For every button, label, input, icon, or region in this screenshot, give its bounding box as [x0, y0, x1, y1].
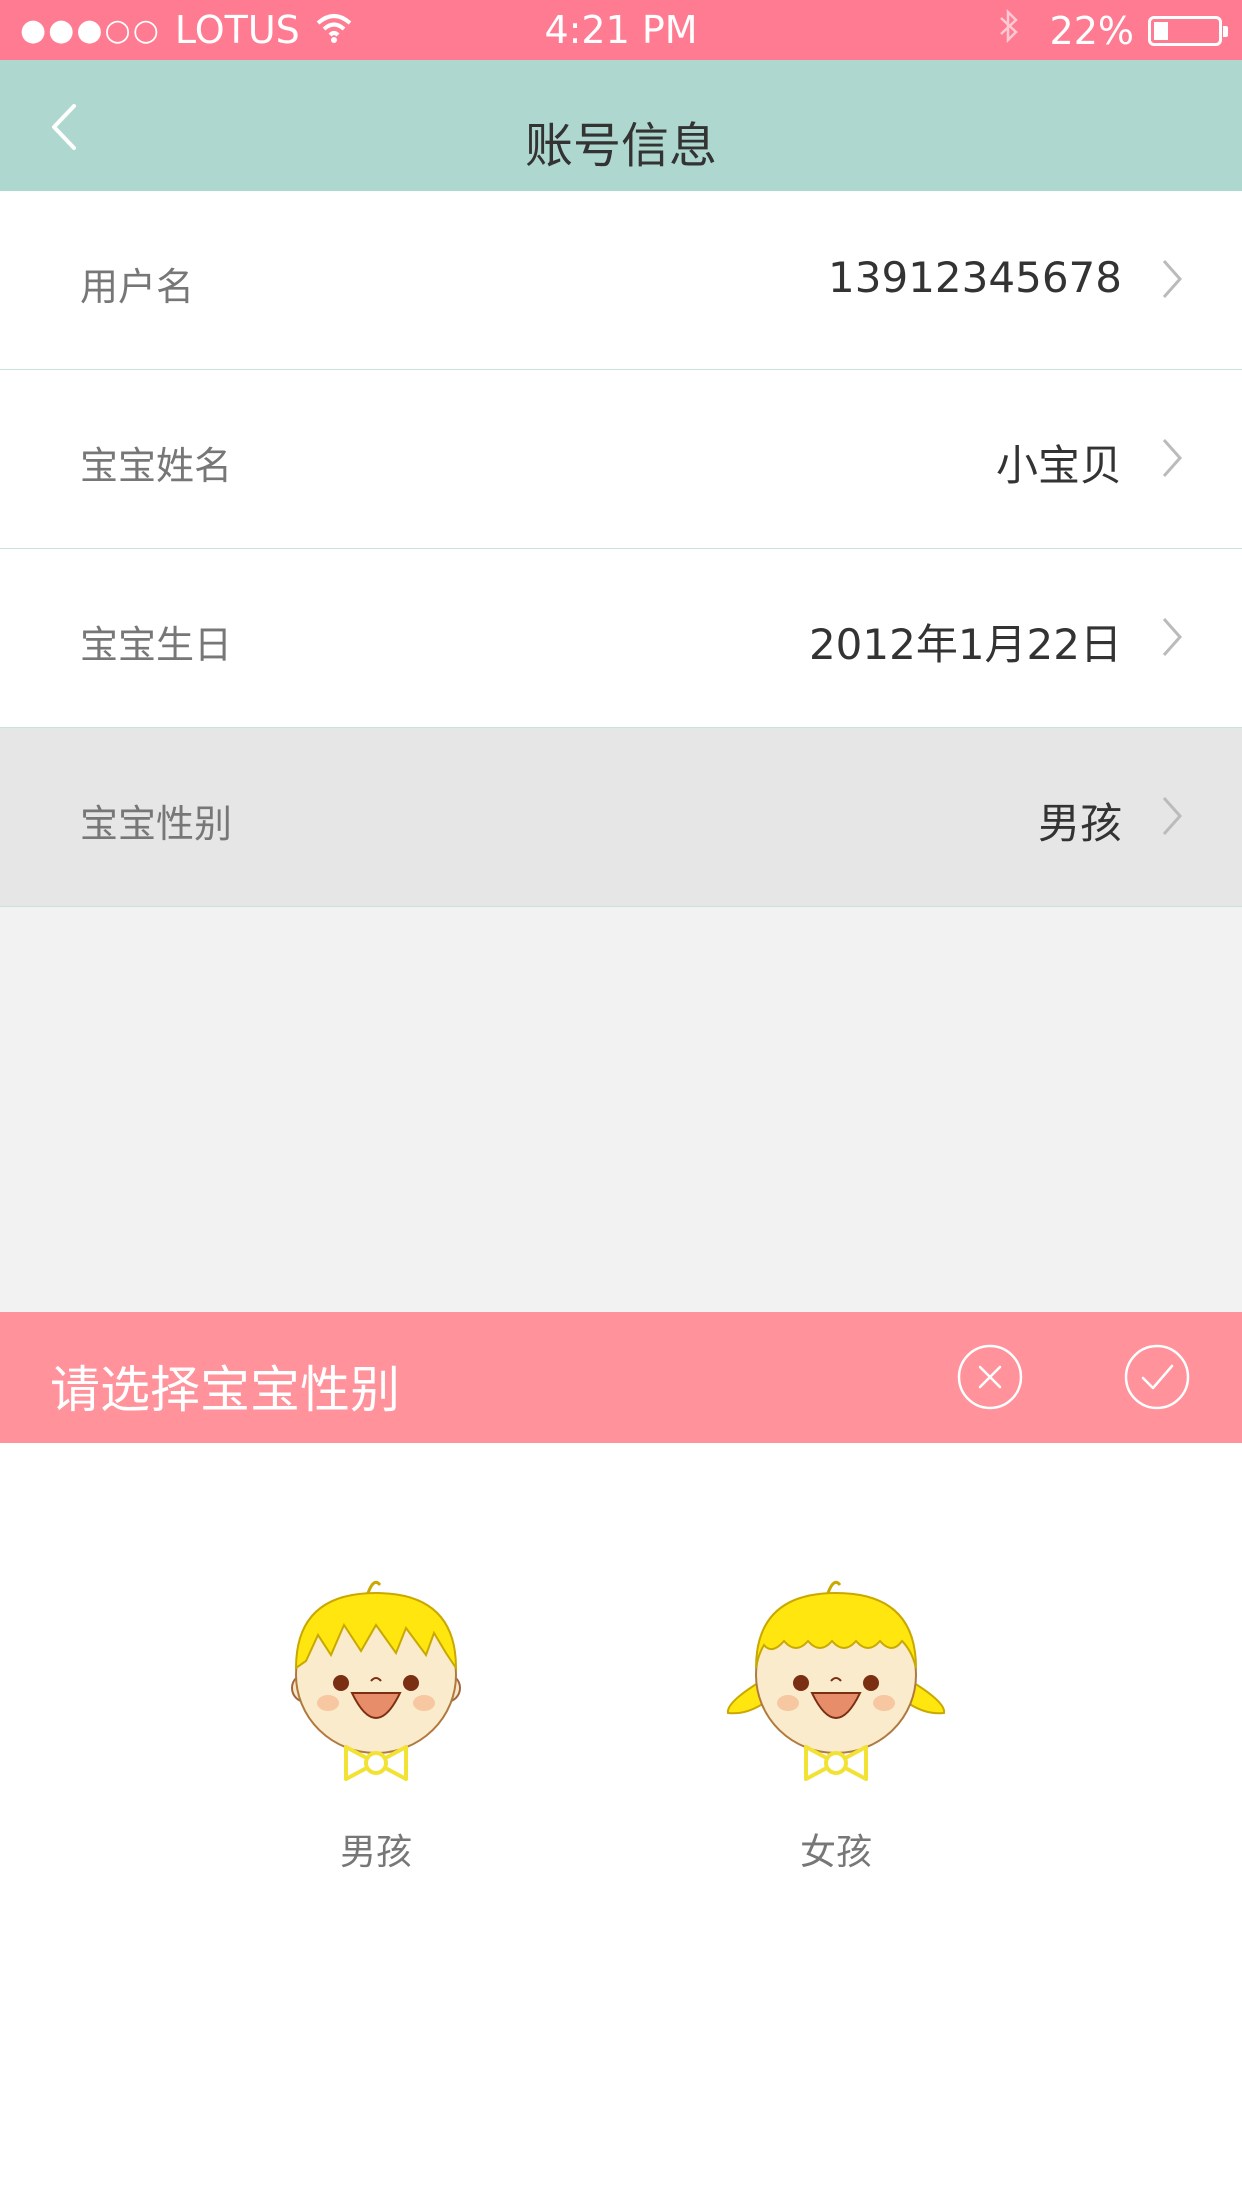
confirm-button[interactable]	[1124, 1344, 1190, 1410]
picker-title: 请选择宝宝性别	[50, 1361, 400, 1419]
gender-picker-header: 请选择宝宝性别	[0, 1312, 1242, 1443]
row-username[interactable]: 用户名 13912345678	[0, 191, 1242, 370]
row-value: 13912345678	[828, 253, 1122, 302]
bluetooth-icon	[998, 8, 1020, 53]
status-right: 22%	[998, 8, 1228, 53]
nav-bar: 账号信息	[0, 60, 1242, 191]
row-baby-birthday[interactable]: 宝宝生日 2012年1月22日	[0, 549, 1242, 728]
row-value: 小宝贝	[995, 441, 1122, 490]
row-label: 宝宝生日	[80, 623, 233, 667]
boy-avatar-icon	[291, 1580, 461, 1781]
gender-option-boy[interactable]: 男孩	[256, 1563, 496, 1875]
row-baby-gender[interactable]: 宝宝性别 男孩	[0, 728, 1242, 907]
chevron-right-icon	[1160, 436, 1184, 484]
gender-picker-body: 男孩 女孩	[0, 1443, 1242, 2208]
girl-avatar-icon	[726, 1580, 946, 1781]
status-bar: ●●●○○ LOTUS 4:21 PM 22%	[0, 0, 1242, 60]
check-circle-icon	[1124, 1344, 1190, 1410]
row-value: 2012年1月22日	[808, 620, 1122, 669]
close-circle-icon	[957, 1344, 1023, 1410]
gender-option-girl[interactable]: 女孩	[716, 1563, 956, 1875]
cancel-button[interactable]	[957, 1344, 1023, 1410]
row-label: 宝宝姓名	[80, 444, 233, 488]
gender-label-boy: 男孩	[339, 1832, 412, 1873]
row-label: 宝宝性别	[80, 802, 233, 846]
chevron-right-icon	[1160, 615, 1184, 663]
gender-label-girl: 女孩	[799, 1832, 872, 1873]
chevron-right-icon	[1160, 794, 1184, 842]
row-baby-name[interactable]: 宝宝姓名 小宝贝	[0, 370, 1242, 549]
battery-icon	[1148, 15, 1228, 46]
page-title: 账号信息	[524, 118, 717, 174]
row-value: 男孩	[1037, 799, 1122, 848]
chevron-right-icon	[1160, 257, 1184, 305]
account-info-list: 用户名 13912345678 宝宝姓名 小宝贝 宝宝生日 2012年1月22日…	[0, 191, 1242, 907]
row-label: 用户名	[80, 265, 195, 309]
battery-level	[1154, 21, 1168, 40]
battery-percent: 22%	[1049, 8, 1134, 53]
